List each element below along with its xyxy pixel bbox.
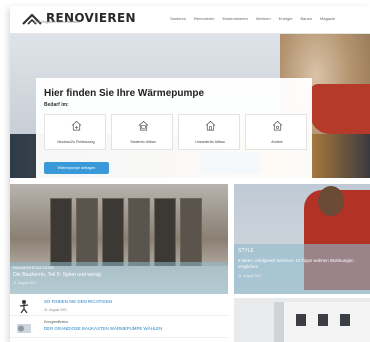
list-item-title[interactable]: DER GRANDIOSE BAUKASTEN WÄRMEPUMPE WÄHLE… bbox=[44, 326, 162, 331]
list-item-date: 31. August 2021 bbox=[44, 308, 68, 312]
article-list: SO FINDEN SIE DEN RICHTIGEN 31. August 2… bbox=[10, 296, 228, 342]
building-window bbox=[340, 314, 350, 326]
house-plus-icon bbox=[71, 120, 82, 131]
article-image bbox=[128, 198, 150, 268]
option-unsanierter-altbau[interactable]: Unsanierter Altbau bbox=[178, 114, 240, 150]
house-question-icon bbox=[272, 120, 283, 131]
option-sanierter-altbau[interactable]: Sanierter Altbau bbox=[111, 114, 173, 150]
article-card-side[interactable]: STYLE 9 Ideen, erfolgreich Wohnen: 10 Ti… bbox=[234, 184, 370, 294]
building-window bbox=[296, 314, 306, 326]
article-date: 31. August 2021 bbox=[238, 274, 262, 278]
list-item-category: Energieeffizienz bbox=[44, 320, 69, 324]
article-image bbox=[154, 198, 176, 268]
site-header: RENOVIEREN Das Magazin rund ums Haus San… bbox=[10, 6, 370, 34]
finder-subtitle: Bedarf im: bbox=[44, 102, 69, 108]
logo-tagline: Das Magazin rund ums Haus bbox=[34, 20, 80, 24]
option-label: Andere bbox=[271, 140, 283, 144]
house-door-icon bbox=[205, 120, 216, 131]
article-category[interactable]: STYLE bbox=[238, 248, 254, 254]
hero-red-accent bbox=[310, 84, 370, 134]
article-category[interactable]: RAUMGESTALTUNG bbox=[13, 265, 54, 270]
article-image bbox=[180, 198, 202, 268]
article-title[interactable]: 9 Ideen, erfolgreich Wohnen: 10 Tipps wo… bbox=[238, 258, 356, 270]
house-tools-icon bbox=[138, 120, 149, 131]
nav-item[interactable]: Modernisieren bbox=[222, 16, 247, 21]
finder-cta-button[interactable]: Wärmepumpe anfragen bbox=[44, 162, 109, 174]
building-window bbox=[318, 314, 328, 326]
building-options: Neubau/Zu Rohbauung Sanierter Altbau Uns… bbox=[44, 114, 307, 150]
article-image bbox=[50, 198, 72, 268]
page: RENOVIEREN Das Magazin rund ums Haus San… bbox=[10, 6, 370, 342]
article-card-main[interactable]: RAUMGESTALTUNG Die Bauherrin, Teil 9: Sp… bbox=[10, 184, 228, 294]
list-item-title[interactable]: SO FINDEN SIE DEN RICHTIGEN bbox=[44, 299, 112, 304]
option-label: Neubau/Zu Rohbauung bbox=[57, 140, 95, 144]
nav-item[interactable]: Wohnen bbox=[256, 16, 271, 21]
nav-item[interactable]: Renovieren bbox=[194, 16, 214, 21]
finder-title: Hier finden Sie Ihre Wärmepumpe bbox=[44, 88, 205, 99]
option-andere[interactable]: Andere bbox=[245, 114, 307, 150]
option-label: Unsanierter Altbau bbox=[195, 140, 225, 144]
nav-item[interactable]: Magazin bbox=[320, 16, 335, 21]
main-nav: Sanieren Renovieren Modernisieren Wohnen… bbox=[170, 16, 335, 21]
article-date: 31. August 2021 bbox=[13, 281, 37, 285]
person-thumbnail-icon bbox=[19, 300, 29, 313]
heat-pump-finder-card: Hier finden Sie Ihre Wärmepumpe Bedarf i… bbox=[36, 78, 312, 178]
nav-item[interactable]: Sanieren bbox=[170, 16, 186, 21]
nav-item[interactable]: Energie bbox=[279, 16, 293, 21]
hero-banner: Hier finden Sie Ihre Wärmepumpe Bedarf i… bbox=[10, 34, 370, 178]
list-item[interactable]: Energieeffizienz DER GRANDIOSE BAUKASTEN… bbox=[10, 318, 228, 338]
article-title[interactable]: Die Bauherrin, Teil 9: Spion und wenig bbox=[13, 272, 101, 278]
option-label: Sanierter Altbau bbox=[130, 140, 156, 144]
nav-item[interactable]: Bauen bbox=[300, 16, 312, 21]
heat-pump-thumbnail-icon bbox=[17, 324, 31, 333]
option-neubau[interactable]: Neubau/Zu Rohbauung bbox=[44, 114, 106, 150]
article-card-building[interactable] bbox=[234, 298, 370, 342]
article-image bbox=[76, 198, 98, 268]
article-image-head bbox=[318, 186, 344, 216]
list-item[interactable]: SO FINDEN SIE DEN RICHTIGEN 31. August 2… bbox=[10, 296, 228, 316]
article-image bbox=[102, 198, 124, 268]
